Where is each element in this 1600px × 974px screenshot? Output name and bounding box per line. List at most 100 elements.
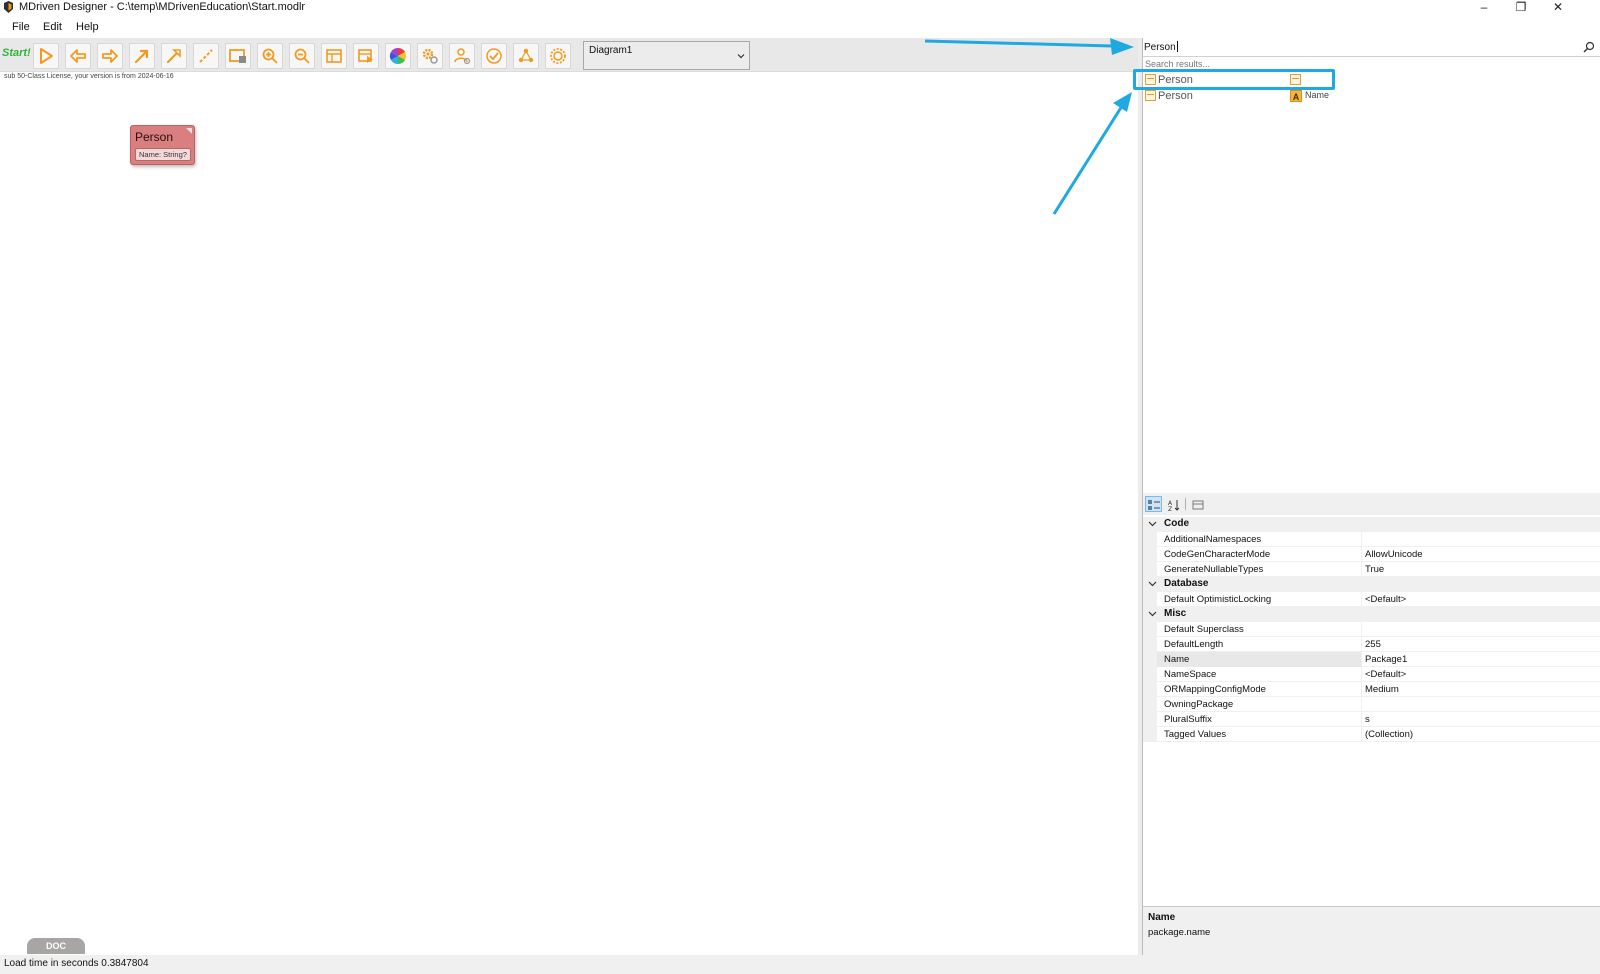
status-bar: Load time in seconds 0.3847804 [0,955,1600,974]
property-row-selected[interactable]: Name Package1 [1143,652,1600,667]
property-value[interactable]: <Default> [1365,594,1406,605]
attribute-icon: A [1290,90,1302,102]
class-name[interactable]: Person [135,130,173,144]
property-row[interactable]: NameSpace <Default> [1143,667,1600,682]
property-value[interactable]: Package1 [1365,654,1407,665]
categorized-view-button[interactable] [1145,496,1162,512]
property-name: NameSpace [1164,669,1217,680]
result-sub-label: Name [1305,90,1330,100]
play-icon [40,48,53,64]
property-row[interactable]: GenerateNullableTypes True [1143,562,1600,577]
app-window: MDriven Designer - C:\temp\MDrivenEducat… [0,0,1600,974]
settings-button[interactable] [417,43,443,69]
category-database[interactable]: Database [1143,577,1600,592]
property-name: AdditionalNamespaces [1164,534,1262,545]
column-divider [1361,697,1362,712]
property-row[interactable]: AdditionalNamespaces [1143,532,1600,547]
description-title: Name [1148,912,1176,923]
property-value[interactable]: s [1365,714,1370,725]
row-gutter [1143,667,1157,682]
search-result-attribute[interactable]: Person A Name [1143,88,1600,104]
check-icon [486,48,502,64]
users-button[interactable] [449,43,475,69]
property-pages-button[interactable] [1189,496,1206,512]
column-divider [1361,652,1362,667]
property-row[interactable]: Default OptimisticLocking <Default> [1143,592,1600,607]
color-wheel-icon [389,47,407,65]
property-row[interactable]: Tagged Values (Collection) [1143,727,1600,742]
property-row[interactable]: Default Superclass [1143,622,1600,637]
forward-button[interactable] [97,43,123,69]
menu-edit[interactable]: Edit [43,21,62,33]
chevron-down-icon[interactable] [1148,609,1157,618]
property-row[interactable]: ORMappingConfigMode Medium [1143,682,1600,697]
play-button[interactable] [33,43,59,69]
column-divider [1361,547,1362,562]
property-value[interactable]: AllowUnicode [1365,549,1423,560]
chevron-down-icon[interactable] [1148,579,1157,588]
zoom-out-icon [294,48,310,64]
menu-help[interactable]: Help [76,21,99,33]
column-divider [1361,532,1362,547]
line-button[interactable] [193,43,219,69]
viewmodel-button[interactable] [321,43,347,69]
zoom-in-button[interactable] [257,43,283,69]
chevron-down-icon[interactable] [1148,519,1157,528]
property-row[interactable]: OwningPackage [1143,697,1600,712]
property-grid-toolbar: AZ [1143,493,1600,515]
category-code[interactable]: Code [1143,517,1600,532]
column-divider [1361,637,1362,652]
action-button[interactable] [353,43,379,69]
sun-settings-icon [550,48,566,64]
property-value[interactable]: (Collection) [1365,729,1413,740]
action-icon [358,49,373,63]
restore-button[interactable]: ❐ [1503,0,1539,16]
zoom-out-button[interactable] [289,43,315,69]
license-text: sub 50-Class License, your version is fr… [4,73,174,80]
category-misc[interactable]: Misc [1143,607,1600,622]
property-name: OwningPackage [1164,699,1234,710]
property-value[interactable]: Medium [1365,684,1399,695]
inheritance-button[interactable] [161,43,187,69]
property-name: CodeGenCharacterMode [1164,549,1271,560]
color-button[interactable] [385,43,411,69]
row-gutter [1143,532,1157,547]
association-button[interactable] [129,43,155,69]
class-box-person[interactable]: Person Name: String? [130,125,195,165]
main-toolbar: Start! Diagram1 [0,38,1138,72]
property-row[interactable]: PluralSuffix s [1143,712,1600,727]
result-label: Person [1158,90,1193,102]
search-icon[interactable] [1583,41,1595,53]
property-name: GenerateNullableTypes [1164,564,1264,575]
class-attribute[interactable]: Name: String? [135,148,191,161]
doc-tab[interactable]: DOC [27,938,85,954]
property-value[interactable]: True [1365,564,1384,575]
menu-file[interactable]: File [12,21,30,33]
validate-button[interactable] [481,43,507,69]
add-class-button[interactable] [225,43,251,69]
alphabetical-view-button[interactable]: AZ [1165,496,1182,512]
column-divider [1361,562,1362,577]
row-gutter [1143,712,1157,727]
line-icon [199,49,213,63]
diagram-canvas[interactable]: sub 50-Class License, your version is fr… [0,72,1138,954]
property-name: Default OptimisticLocking [1164,594,1272,605]
column-divider [1361,622,1362,637]
close-button[interactable]: ✕ [1540,0,1576,16]
property-value[interactable]: 255 [1365,639,1381,650]
diagram-select[interactable]: Diagram1 [583,41,750,70]
property-pages-icon [1192,500,1204,510]
search-input[interactable]: Person [1143,38,1600,57]
row-gutter [1143,682,1157,697]
property-value[interactable]: <Default> [1365,669,1406,680]
start-button[interactable]: Start! [2,47,31,59]
graph-button[interactable] [513,43,539,69]
property-row[interactable]: DefaultLength 255 [1143,637,1600,652]
property-name: PluralSuffix [1164,714,1212,725]
back-button[interactable] [65,43,91,69]
sun-settings-button[interactable] [545,43,571,69]
row-gutter [1143,727,1157,742]
forward-icon [102,49,118,63]
minimize-button[interactable]: – [1466,0,1502,16]
property-row[interactable]: CodeGenCharacterMode AllowUnicode [1143,547,1600,562]
